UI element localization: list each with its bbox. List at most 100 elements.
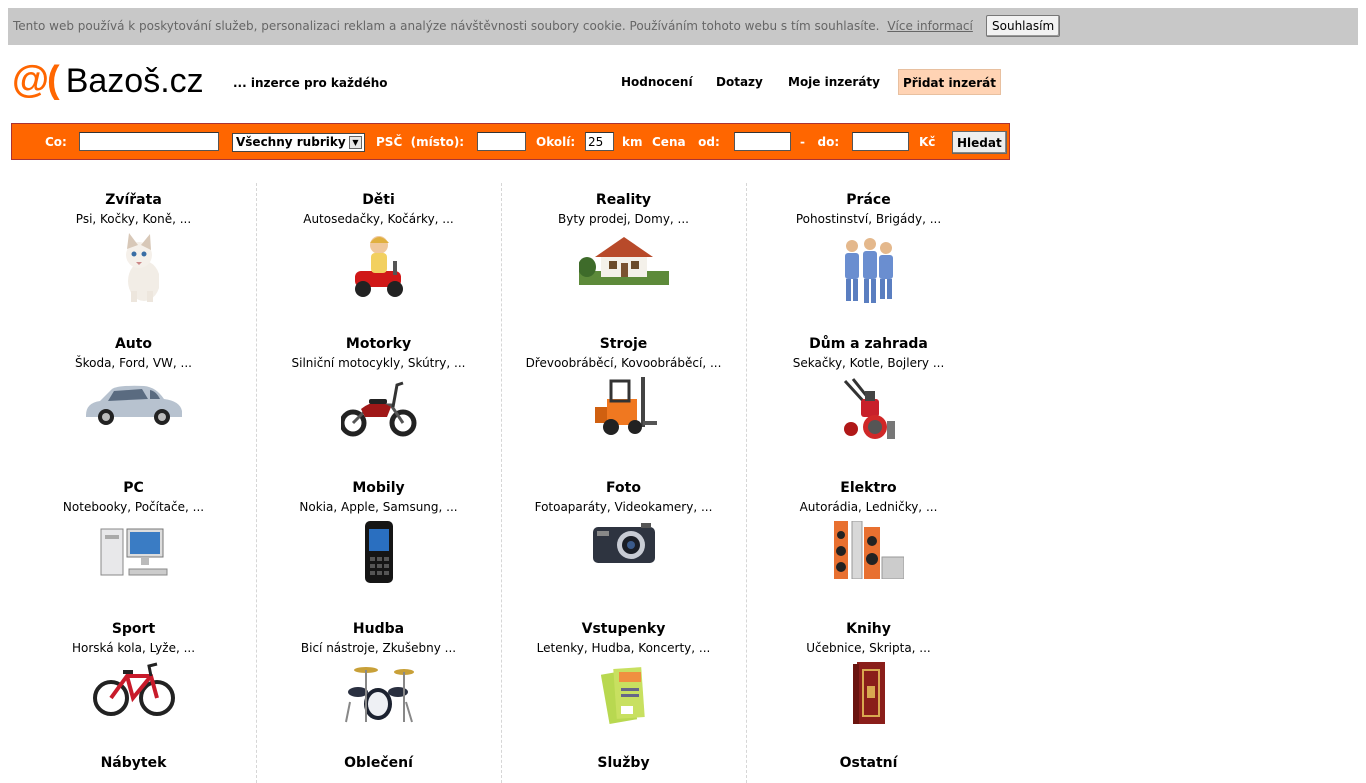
search-what-input[interactable] [79, 132, 219, 151]
category-sport: Sport Horská kola, Lyže, ... [11, 620, 256, 716]
category-select[interactable]: Všechny rubriky ▼ [232, 133, 365, 152]
category-subtitle: Horská kola, Lyže, ... [71, 641, 196, 655]
site-logo[interactable]: @(Bazoš.cz [12, 60, 204, 100]
category-title-link[interactable]: Práce [746, 191, 991, 209]
category-deti: Děti Autosedačky, Kočárky, ... [256, 191, 501, 297]
price-to-input[interactable] [852, 132, 909, 151]
search-button[interactable]: Hledat [952, 131, 1007, 154]
category-foto: Foto Fotoaparáty, Videokamery, ... [501, 479, 746, 565]
category-dum-a-zahrada: Dům a zahrada Sekačky, Kotle, Bojlery ... [746, 335, 991, 443]
category-auto: Auto Škoda, Ford, VW, ... [11, 335, 256, 429]
forklift-icon[interactable] [591, 377, 657, 437]
category-subtitle: Letenky, Hudba, Koncerty, ... [536, 641, 711, 655]
nav-my-ads-link[interactable]: Moje inzeráty [788, 69, 880, 95]
category-title-link[interactable]: Stroje [501, 335, 746, 353]
category-subtitle: Autosedačky, Kočárky, ... [303, 212, 454, 226]
category-ostatni: Ostatní [746, 754, 991, 772]
category-subtitle: Bicí nástroje, Zkušebny ... [300, 641, 457, 655]
tickets-icon[interactable] [600, 662, 647, 726]
category-subtitle: Škoda, Ford, VW, ... [74, 356, 192, 370]
category-title-link[interactable]: Auto [11, 335, 256, 353]
zip-label: PSČ (místo): [376, 135, 465, 149]
category-title-link[interactable]: Reality [501, 191, 746, 209]
zip-input[interactable] [477, 132, 526, 151]
radius-input[interactable] [585, 132, 614, 151]
computer-icon[interactable] [99, 521, 169, 579]
tiller-icon[interactable] [839, 377, 899, 443]
category-subtitle: Fotoaparáty, Videokamery, ... [534, 500, 713, 514]
category-title-link[interactable]: Motorky [256, 335, 501, 353]
nav-ratings-link[interactable]: Hodnocení [621, 69, 693, 95]
category-title-link[interactable]: Vstupenky [501, 620, 746, 638]
radius-label: Okolí: [536, 135, 576, 149]
cookie-message-text: Tento web používá k poskytování služeb, … [13, 19, 880, 33]
category-motorky: Motorky Silniční motocykly, Skútry, ... [256, 335, 501, 437]
category-title-link[interactable]: Služby [501, 754, 746, 772]
category-subtitle: Dřevoobráběcí, Kovoobráběcí, ... [525, 356, 722, 370]
category-subtitle: Pohostinství, Brigády, ... [795, 212, 942, 226]
child-toy-icon[interactable] [349, 233, 409, 297]
radius-unit: km [622, 135, 643, 149]
category-subtitle: Byty prodej, Domy, ... [558, 212, 689, 226]
speakers-icon[interactable] [833, 521, 904, 579]
category-title-link[interactable]: Zvířata [11, 191, 256, 209]
category-title-link[interactable]: Děti [256, 191, 501, 209]
category-subtitle: Učebnice, Skripta, ... [806, 641, 931, 655]
category-subtitle: Silniční motocykly, Skútry, ... [291, 356, 466, 370]
category-mobily: Mobily Nokia, Apple, Samsung, ... [256, 479, 501, 583]
cookie-agree-button[interactable]: Souhlasím [986, 15, 1061, 37]
moped-icon[interactable] [341, 377, 417, 437]
logo-name: Bazoš.cz [65, 62, 204, 100]
category-title-link[interactable]: Oblečení [256, 754, 501, 772]
cookie-message: Tento web používá k poskytování služeb, … [13, 19, 973, 33]
category-title-link[interactable]: Ostatní [746, 754, 991, 772]
category-subtitle: Sekačky, Kotle, Bojlery ... [792, 356, 945, 370]
category-title-link[interactable]: Mobily [256, 479, 501, 497]
cat-icon[interactable] [109, 233, 159, 305]
search-what-label: Co: [45, 135, 67, 149]
price-from-input[interactable] [734, 132, 791, 151]
category-subtitle: Nokia, Apple, Samsung, ... [299, 500, 458, 514]
house-icon[interactable] [578, 233, 669, 285]
cookie-bar: Tento web používá k poskytování služeb, … [8, 8, 1358, 45]
category-subtitle: Psi, Kočky, Koně, ... [75, 212, 192, 226]
category-elektro: Elektro Autorádia, Ledničky, ... [746, 479, 991, 579]
category-reality: Reality Byty prodej, Domy, ... [501, 191, 746, 285]
bicycle-icon[interactable] [92, 662, 175, 716]
price-from-label: Cena od: [652, 135, 720, 149]
category-title-link[interactable]: Sport [11, 620, 256, 638]
category-title-link[interactable]: Knihy [746, 620, 991, 638]
category-vstupenky: Vstupenky Letenky, Hudba, Koncerty, ... [501, 620, 746, 726]
currency-label: Kč [919, 135, 936, 149]
category-subtitle: Notebooky, Počítače, ... [62, 500, 205, 514]
category-subtitle: Autorádia, Ledničky, ... [799, 500, 938, 514]
category-prace: Práce Pohostinství, Brigády, ... [746, 191, 991, 305]
price-to-label: - do: [800, 135, 840, 149]
nav-questions-link[interactable]: Dotazy [716, 69, 763, 95]
category-title-link[interactable]: PC [11, 479, 256, 497]
nav-add-ad-button[interactable]: Přidat inzerát [898, 69, 1001, 95]
logo-mark: @( [12, 59, 60, 101]
book-icon[interactable] [851, 662, 887, 726]
category-title-link[interactable]: Elektro [746, 479, 991, 497]
chevron-down-icon: ▼ [349, 136, 362, 149]
drums-icon[interactable] [344, 662, 414, 724]
tagline: ... inzerce pro každého [233, 76, 388, 90]
category-hudba: Hudba Bicí nástroje, Zkušebny ... [256, 620, 501, 724]
category-title-link[interactable]: Foto [501, 479, 746, 497]
category-knihy: Knihy Učebnice, Skripta, ... [746, 620, 991, 726]
category-nabytek: Nábytek [11, 754, 256, 772]
workers-icon[interactable] [839, 233, 899, 305]
category-sluzby: Služby [501, 754, 746, 772]
mobile-phone-icon[interactable] [363, 521, 395, 583]
category-title-link[interactable]: Dům a zahrada [746, 335, 991, 353]
category-obleceni: Oblečení [256, 754, 501, 772]
cookie-more-info-link[interactable]: Více informací [887, 19, 973, 33]
category-zvirata: Zvířata Psi, Kočky, Koně, ... [11, 191, 256, 305]
category-title-link[interactable]: Hudba [256, 620, 501, 638]
car-icon[interactable] [84, 377, 184, 429]
category-title-link[interactable]: Nábytek [11, 754, 256, 772]
category-select-value: Všechny rubriky [236, 135, 346, 149]
search-bar: Co: Všechny rubriky ▼ PSČ (místo): Okolí… [11, 123, 1010, 160]
camera-icon[interactable] [592, 521, 655, 565]
